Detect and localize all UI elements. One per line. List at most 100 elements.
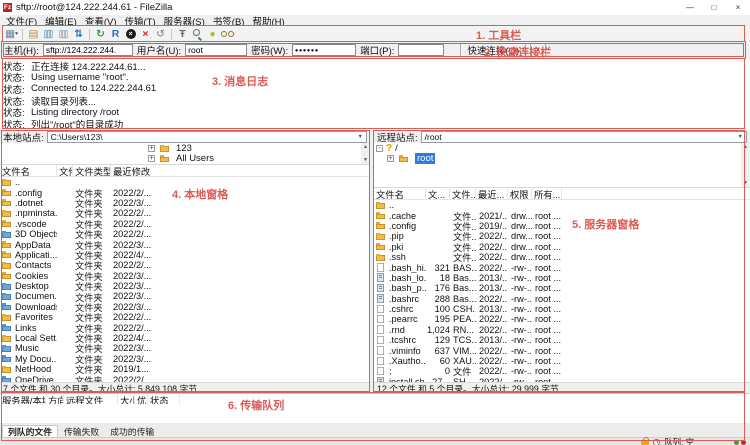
local-file-row[interactable]: .vscode 文件夹 2022/2/... [0, 219, 370, 229]
local-file-row[interactable]: Applicati... 文件夹 2022/4/... [0, 250, 370, 260]
column-filetype[interactable]: 文件... [450, 188, 476, 199]
remote-tree-root[interactable]: - ? / [374, 143, 750, 154]
toolbar-separator[interactable] [22, 29, 23, 40]
local-file-row[interactable]: Links 文件夹 2022/2/... [0, 322, 370, 332]
toolbar-separator[interactable] [89, 29, 90, 40]
cancel-icon[interactable]: × [123, 28, 138, 41]
local-tree-item[interactable]: + All Users [0, 154, 370, 165]
expander-minus-icon[interactable]: - [376, 145, 383, 152]
search-icon[interactable] [190, 28, 205, 41]
toggle-queue-icon[interactable]: ⇅ [71, 28, 86, 41]
tab-queued-files[interactable]: 列队的文件 [2, 425, 58, 437]
local-file-row[interactable]: 3D Objects 文件夹 2022/2/... [0, 229, 370, 239]
toggle-remote-tree-icon[interactable]: ▥ [56, 28, 71, 41]
remote-file-row[interactable]: .bash_p... 176 Bas... 2013/... -rw-... r… [374, 283, 750, 293]
expander-plus-icon[interactable]: + [148, 145, 155, 152]
remote-file-row[interactable]: .pki 文件... 2022/... drw... root ... [374, 242, 750, 252]
scroll-up-icon[interactable]: ▲ [363, 143, 368, 151]
toggle-log-icon[interactable]: ▤ [26, 28, 41, 41]
remote-file-row[interactable]: .bash_hi... 321 BAS... 2022/... -rw-... … [374, 262, 750, 272]
column-modified[interactable]: 最近修改 [111, 165, 370, 176]
local-file-row[interactable]: Cookies 文件夹 2022/3/... [0, 271, 370, 281]
local-file-row[interactable]: NetHood 文件夹 2019/1... [0, 364, 370, 374]
column-filetype[interactable]: 文件类型 [73, 165, 111, 176]
tab-successful-transfers[interactable]: 成功的传输 [105, 426, 159, 437]
column-filename[interactable]: 文件名 [0, 165, 57, 176]
sync-browsing-icon[interactable]: ● [205, 28, 220, 41]
host-input[interactable] [43, 44, 133, 56]
compare-icon[interactable] [220, 28, 235, 41]
column-owner[interactable]: 所有... [532, 188, 562, 199]
file-name: .bash_p... [389, 283, 426, 293]
username-input[interactable] [185, 44, 247, 56]
maximize-button[interactable]: □ [702, 0, 726, 15]
column-filesize[interactable]: 文件... [57, 165, 73, 176]
local-file-row[interactable]: Desktop 文件夹 2022/3/... [0, 281, 370, 291]
local-site-combobox[interactable]: C:\Users\123\ ▼ [47, 131, 367, 143]
remote-file-row[interactable]: .rnd 1,024 RN... 2022/... -rw-... root .… [374, 325, 750, 335]
local-file-row[interactable]: Contacts 文件夹 2022/2/... [0, 260, 370, 270]
remote-file-row[interactable]: .cache 文件... 2021/... drw... root ... [374, 210, 750, 220]
remote-file-row[interactable]: .pearrc 195 PEA... 2022/... -rw-... root… [374, 314, 750, 324]
process-queue-icon[interactable]: R [108, 28, 123, 41]
close-button[interactable]: × [726, 0, 750, 15]
reconnect-icon[interactable]: ↺ [153, 28, 168, 41]
local-file-row[interactable]: .. [0, 177, 370, 187]
quickconnect-button[interactable]: 快速连接(Q) [460, 43, 526, 57]
expander-plus-icon[interactable]: + [148, 155, 155, 162]
filter-icon[interactable]: Ŧ [175, 28, 190, 41]
port-input[interactable] [398, 44, 444, 56]
remote-file-row[interactable]: .bash_lo... 18 Bas... 2013/... -rw-... r… [374, 273, 750, 283]
remote-file-row[interactable]: .pip 文件... 2022/... drw... root ... [374, 231, 750, 241]
chevron-down-icon[interactable]: ▼ [358, 134, 363, 140]
quickconnect-dropdown-icon[interactable]: ▼ [530, 43, 546, 57]
file-name: Music [15, 343, 39, 353]
scroll-up-icon[interactable]: ▲ [743, 143, 748, 151]
remote-file-row[interactable]: .viminfo 637 VIM... 2022/... -rw-... roo… [374, 345, 750, 355]
scroll-down-icon[interactable]: ▼ [743, 179, 748, 187]
remote-tree-item-root[interactable]: + root [374, 154, 750, 165]
local-tree-item[interactable]: + 123 [0, 143, 370, 154]
file-permissions: -rw-... [508, 346, 532, 356]
refresh-icon[interactable]: ↻ [93, 28, 108, 41]
expander-plus-icon[interactable]: + [387, 155, 394, 162]
remote-file-row[interactable]: .cshrc 100 CSH... 2013/... -rw-... root … [374, 304, 750, 314]
remote-file-row[interactable]: .. [374, 200, 750, 210]
minimize-button[interactable]: — [678, 0, 702, 15]
remote-file-row[interactable]: install.sh 27... SH ... 2022/... -rw-...… [374, 377, 750, 382]
local-file-row[interactable]: Local Sett... 文件夹 2022/4/... [0, 333, 370, 343]
scroll-down-icon[interactable]: ▼ [363, 156, 368, 164]
remote-file-row[interactable]: ; 0 文件 2022/... -rw-... root ... [374, 366, 750, 376]
local-file-row[interactable]: OneDrive 文件夹 2022/2/... [0, 374, 370, 382]
remote-file-row[interactable]: .config 文件... 2019/... drw... root ... [374, 221, 750, 231]
disconnect-icon[interactable]: × [138, 28, 153, 41]
local-file-row[interactable]: Documen... 文件夹 2022/3/... [0, 291, 370, 301]
column-filename[interactable]: 文件名 [374, 188, 426, 199]
local-file-row[interactable]: .npminsta... 文件夹 2022/2/... [0, 208, 370, 218]
local-file-row[interactable]: My Docu... 文件夹 2022/3/... [0, 354, 370, 364]
remote-file-row[interactable]: .Xautho... 60 XAU... 2022/... -rw-... ro… [374, 356, 750, 366]
toolbar-separator[interactable] [171, 29, 172, 40]
remote-file-row[interactable]: .bashrc 288 Bas... 2022/... -rw-... root… [374, 294, 750, 304]
local-file-row[interactable]: Favorites 文件夹 2022/2/... [0, 312, 370, 322]
chevron-down-icon[interactable]: ▼ [738, 134, 743, 140]
remote-file-row[interactable]: .tcshrc 129 TCS... 2013/... -rw-... root… [374, 335, 750, 345]
toggle-local-tree-icon[interactable]: ▥ [41, 28, 56, 41]
remote-tree-scrollbar[interactable]: ▲▼ [741, 143, 750, 187]
column-permissions[interactable]: 权限 [508, 188, 532, 199]
folderblue-icon [2, 323, 12, 333]
local-file-row[interactable]: Downloads 文件夹 2022/3/... [0, 302, 370, 312]
local-file-row[interactable]: .dotnet 文件夹 2022/3/... [0, 198, 370, 208]
site-manager-icon[interactable]: ▦▾ [4, 28, 19, 41]
remote-file-row[interactable]: .ssh 文件... 2022/... drw... root ... [374, 252, 750, 262]
column-modified[interactable]: 最近... [476, 188, 508, 199]
remote-site-combobox[interactable]: /root ▼ [421, 131, 747, 143]
tab-failed-transfers[interactable]: 传输失败 [59, 426, 104, 437]
folder-icon [376, 200, 386, 210]
local-file-row[interactable]: .config 文件夹 2022/2/... [0, 187, 370, 197]
local-file-row[interactable]: Music 文件夹 2022/3/... [0, 343, 370, 353]
local-file-row[interactable]: AppData 文件夹 2022/3/... [0, 239, 370, 249]
local-tree-scrollbar[interactable]: ▲▼ [361, 143, 370, 164]
password-input[interactable] [292, 44, 356, 56]
column-filesize[interactable]: 文... [426, 188, 450, 199]
